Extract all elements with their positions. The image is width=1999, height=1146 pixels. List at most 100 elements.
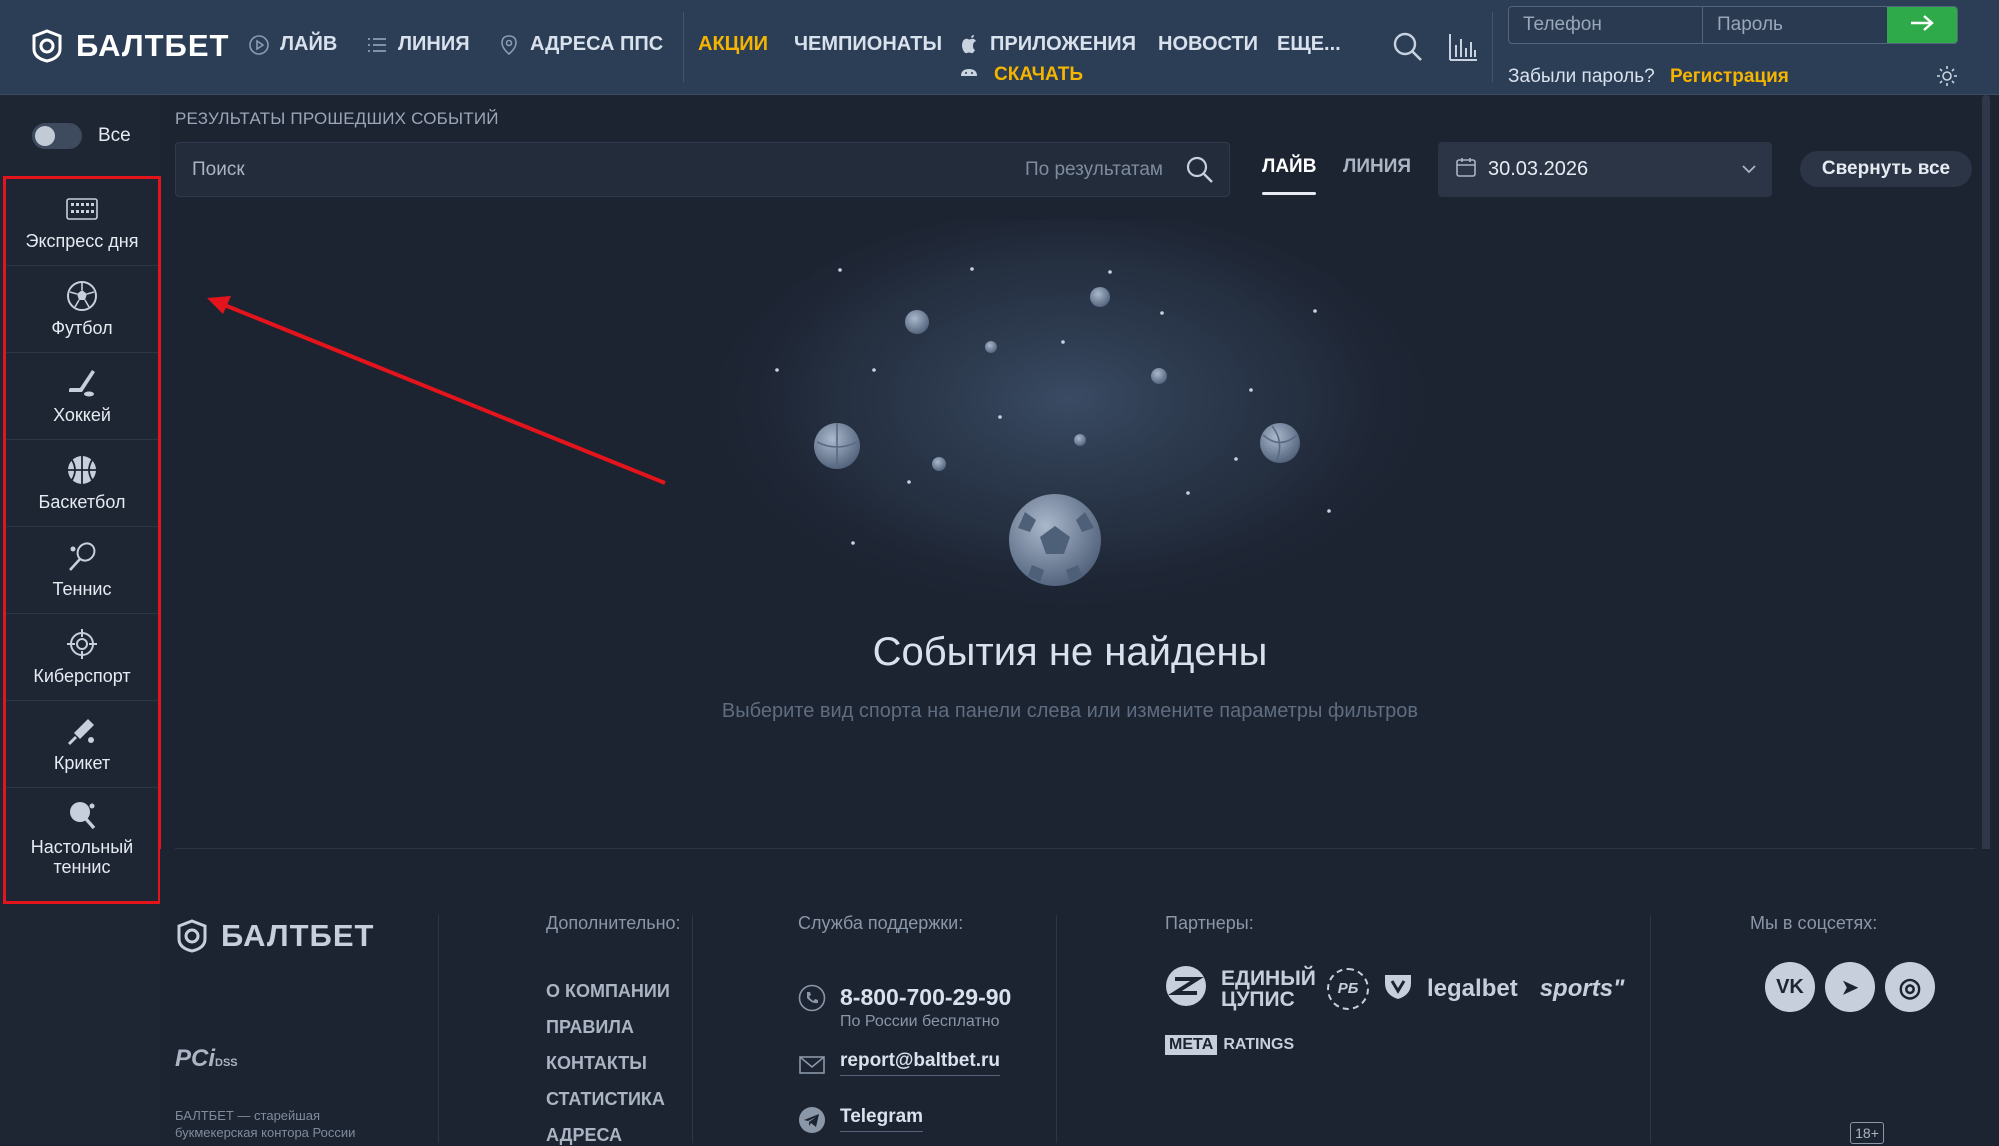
section-title: РЕЗУЛЬТАТЫ ПРОШЕДШИХ СОБЫТИЙ (175, 109, 499, 128)
vk-icon[interactable]: VK (1765, 962, 1815, 1012)
results-search-box: По результатам (175, 142, 1230, 197)
pci-dss-text: DSS (215, 1057, 238, 1069)
footer-link-contacts[interactable]: КОНТАКТЫ (546, 1053, 647, 1074)
footer-column-divider (1056, 915, 1057, 1143)
meta-ratings-text: RATINGS (1223, 1036, 1295, 1053)
all-sports-label: Все (98, 125, 131, 146)
statistics-chart-icon[interactable] (1447, 31, 1479, 63)
footer-logo[interactable]: БАЛТБЕТ (175, 918, 374, 954)
download-link[interactable]: СКАЧАТЬ (994, 64, 1083, 86)
support-telegram-row[interactable]: Telegram (798, 1106, 924, 1134)
footer-link-statistics[interactable]: СТАТИСТИКА (546, 1089, 665, 1110)
soccer-ball-icon (66, 280, 98, 312)
partner-cupis[interactable]: ЕДИНЫЙ ЦУПИС (1221, 968, 1316, 1010)
toggle-knob (35, 126, 55, 146)
tennis-racket-icon (66, 541, 98, 573)
sport-item-cricket[interactable]: Крикет (6, 701, 158, 788)
list-icon (366, 34, 388, 56)
sport-item-football[interactable]: Футбол (6, 266, 158, 353)
footer-column-divider (438, 915, 439, 1143)
sport-item-tennis[interactable]: Теннис (6, 527, 158, 614)
sport-label: Баскетбол (38, 492, 126, 512)
phone-input[interactable] (1509, 7, 1702, 43)
tab-line[interactable]: ЛИНИЯ (1343, 156, 1411, 178)
footer-link-rules[interactable]: ПРАВИЛА (546, 1017, 634, 1038)
basketball-icon (66, 454, 98, 486)
password-input[interactable] (1703, 7, 1889, 43)
nav-news[interactable]: НОВОСТИ (1158, 33, 1258, 56)
collapse-all-button[interactable]: Свернуть все (1800, 151, 1972, 187)
sport-item-hockey[interactable]: Хоккей (6, 353, 158, 440)
sport-item-express[interactable]: Экспресс дня (6, 179, 158, 266)
nav-addresses[interactable]: АДРЕСА ППС (498, 33, 663, 56)
tab-live[interactable]: ЛАЙВ (1262, 156, 1316, 178)
nav-apps[interactable]: ПРИЛОЖЕНИЯ (958, 33, 1136, 56)
login-submit-button[interactable] (1887, 7, 1957, 43)
baltbet-logo-icon (32, 29, 62, 63)
nav-line[interactable]: ЛИНИЯ (366, 33, 470, 56)
partner-sports[interactable]: sports" (1540, 977, 1625, 1001)
date-picker[interactable]: 30.03.2026 (1438, 142, 1772, 197)
results-search-input[interactable] (190, 143, 890, 196)
sport-item-table-tennis[interactable]: Настольный теннис (6, 788, 158, 887)
android-icon (958, 60, 980, 82)
all-sports-toggle-row[interactable]: Все (32, 123, 131, 149)
sport-item-basketball[interactable]: Баскетбол (6, 440, 158, 527)
sport-item-esports[interactable]: Киберспорт (6, 614, 158, 701)
support-email-row[interactable]: report@baltbet.ru (798, 1050, 1000, 1078)
footer-column-divider (692, 915, 693, 1143)
empty-space-illustration (710, 220, 1430, 630)
footer-support-heading: Служба поддержки: (798, 913, 964, 933)
nav-more-label: ЕЩЕ... (1277, 33, 1341, 55)
sport-label: Киберспорт (33, 666, 131, 686)
search-icon[interactable] (1185, 155, 1215, 185)
footer-partners-heading: Партнеры: (1165, 913, 1254, 933)
support-phone: 8-800-700-29-90 (840, 984, 1012, 1010)
nav-live[interactable]: ЛАЙВ (248, 33, 337, 56)
support-email: report@baltbet.ru (840, 1050, 1000, 1076)
header-divider-2 (1492, 12, 1493, 82)
sun-theme-icon[interactable] (1937, 66, 1957, 86)
page-footer (160, 849, 1999, 1143)
header-divider (683, 12, 684, 82)
footer-link-about[interactable]: О КОМПАНИИ (546, 981, 670, 1002)
crosshair-icon (66, 628, 98, 660)
age-restriction-badge: 18+ (1850, 1122, 1884, 1144)
apple-icon (958, 34, 980, 56)
calendar-grid-icon (66, 193, 98, 225)
nav-championships-label: ЧЕМПИОНАТЫ (794, 33, 943, 55)
all-sports-toggle[interactable] (32, 123, 82, 149)
meta-logo-box: МЕТА (1165, 1035, 1218, 1055)
register-link[interactable]: Регистрация (1670, 66, 1789, 88)
partner-rb[interactable]: РБ (1327, 967, 1369, 1010)
annotation-arrow-icon (207, 296, 666, 485)
login-form (1508, 6, 1958, 44)
phone-icon (798, 984, 826, 1012)
header-logo[interactable]: БАЛТБЕТ (30, 28, 229, 64)
top-header: БАЛТБЕТ ЛАЙВ ЛИНИЯ АДРЕСА ППС АКЦИИ ЧЕМП… (0, 0, 1999, 95)
telegram-social-icon[interactable]: ➤ (1825, 962, 1875, 1012)
header-search-icon[interactable] (1392, 31, 1424, 63)
max-messenger-icon[interactable]: ◎ (1885, 962, 1935, 1012)
logo-text: БАЛТБЕТ (76, 28, 230, 63)
partners-row: ЕДИНЫЙ ЦУПИС РБ legalbet sports" (1165, 965, 1624, 1012)
empty-state-subtitle: Выберите вид спорта на панели слева или … (721, 700, 1419, 722)
footer-more-heading: Дополнительно: (546, 913, 681, 933)
calendar-icon (1456, 157, 1476, 182)
forgot-password-link[interactable]: Забыли пароль? (1508, 66, 1655, 88)
chevron-down-icon (1740, 160, 1758, 178)
nav-promo[interactable]: АКЦИИ (698, 33, 768, 56)
nav-more[interactable]: ЕЩЕ... (1277, 33, 1341, 56)
nav-apps-label: ПРИЛОЖЕНИЯ (990, 33, 1137, 55)
mail-icon (798, 1050, 826, 1078)
search-scope-label: По результатам (1024, 159, 1163, 180)
partner-meta-ratings[interactable]: МЕТА RATINGS (1165, 1035, 1294, 1055)
pci-dss-badge: PCiDSS (175, 1045, 238, 1073)
support-telegram: Telegram (840, 1106, 924, 1132)
cupis-logo-icon (1165, 965, 1207, 1012)
tab-live-underline (1262, 192, 1316, 195)
pci-text: PCi (175, 1045, 216, 1072)
partner-legalbet[interactable]: legalbet (1427, 977, 1518, 1001)
nav-championships[interactable]: ЧЕМПИОНАТЫ (794, 33, 942, 56)
support-phone-row[interactable]: 8-800-700-29-90 По России бесплатно (798, 984, 1011, 1031)
